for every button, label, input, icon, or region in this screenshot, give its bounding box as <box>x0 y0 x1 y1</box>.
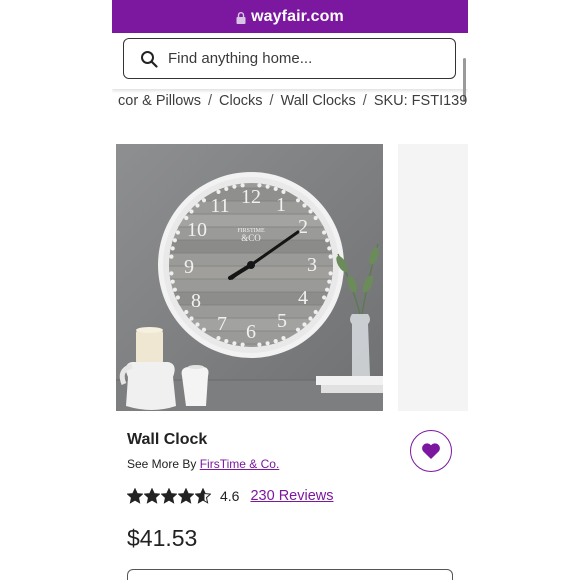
see-more-by: See More By FirsTime & Co. <box>127 457 279 471</box>
product-price: $41.53 <box>127 525 198 551</box>
clock-numeral-11: 11 <box>210 195 229 217</box>
product-photo: 12 1 2 3 4 5 6 7 8 9 10 11 FIRSTIME &CO <box>116 144 383 411</box>
clock-numeral-12: 12 <box>241 186 261 208</box>
breadcrumb-separator: / <box>362 93 367 109</box>
clock-numeral-7: 7 <box>217 313 227 335</box>
brand-link[interactable]: FirsTime & Co. <box>200 457 280 471</box>
star-icon <box>161 488 177 504</box>
clock-numeral-1: 1 <box>276 194 286 216</box>
clock-numeral-4: 4 <box>298 287 308 309</box>
next-image-preview[interactable] <box>398 144 468 411</box>
search-header <box>112 33 468 89</box>
search-icon[interactable] <box>140 50 158 68</box>
clock-numeral-3: 3 <box>307 254 317 276</box>
breadcrumb-sku: SKU: FSTI1396 <box>373 93 468 109</box>
breadcrumb: cor & Pillows / Clocks / Wall Clocks / S… <box>118 90 468 112</box>
breadcrumb-separator: / <box>208 93 213 109</box>
star-icon <box>178 488 194 504</box>
right-margin <box>468 0 580 580</box>
star-icon <box>195 488 211 504</box>
breadcrumb-separator: / <box>269 93 274 109</box>
clock-numeral-10: 10 <box>187 219 207 241</box>
reviews-link[interactable]: 230 Reviews <box>250 488 333 504</box>
rating-value: 4.6 <box>220 488 240 504</box>
clock-brand-bottom: &CO <box>241 233 261 243</box>
clock-numeral-9: 9 <box>184 256 194 278</box>
browser-address-bar[interactable]: wayfair.com <box>112 0 468 33</box>
star-icon <box>127 488 143 504</box>
product-image[interactable]: 12 1 2 3 4 5 6 7 8 9 10 11 FIRSTIME &CO <box>116 144 383 411</box>
lock-icon <box>236 11 246 24</box>
star-icon <box>144 488 160 504</box>
breadcrumb-clocks[interactable]: Clocks <box>219 93 263 109</box>
star-rating <box>127 488 212 504</box>
mobile-page: wayfair.com cor & Pillows / Clocks / Wal… <box>112 0 468 580</box>
small-white-vase <box>181 365 209 406</box>
left-margin <box>0 0 112 580</box>
see-more-label: See More By <box>127 457 197 471</box>
favorite-button[interactable] <box>410 430 452 472</box>
search-box[interactable] <box>123 38 456 79</box>
search-input[interactable] <box>168 50 428 67</box>
site-domain: wayfair.com <box>251 7 344 25</box>
breadcrumb-wall-clocks[interactable]: Wall Clocks <box>281 93 356 109</box>
clock-numeral-6: 6 <box>246 321 256 343</box>
clock-numeral-8: 8 <box>191 290 201 312</box>
heart-icon <box>422 443 440 459</box>
clock-numeral-2: 2 <box>298 216 308 238</box>
product-title: Wall Clock <box>127 431 208 448</box>
options-button[interactable] <box>127 569 453 580</box>
clock-numeral-5: 5 <box>277 310 287 332</box>
rating-row: 4.6 230 Reviews <box>127 488 333 504</box>
breadcrumb-decor-pillows[interactable]: cor & Pillows <box>118 93 201 109</box>
